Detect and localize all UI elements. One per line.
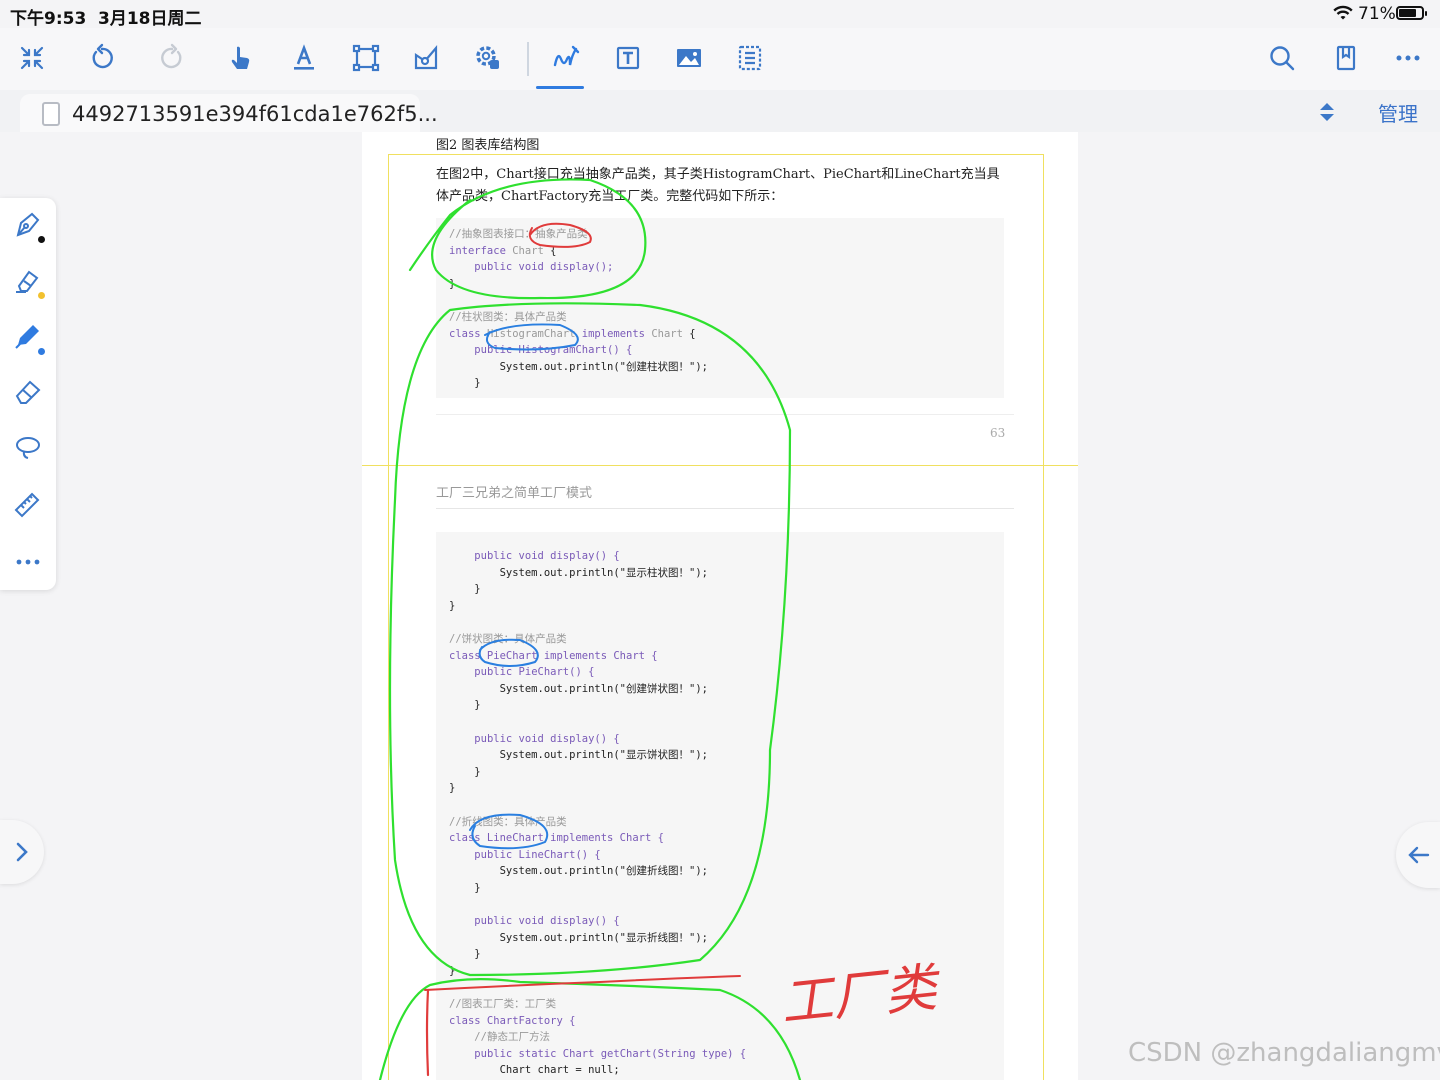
toolbar-separator xyxy=(527,42,529,76)
code-keyword: interface xyxy=(449,244,506,257)
code-line: System.out.println("显示柱状图！"); xyxy=(499,566,708,579)
watermark: CSDN @zhangdaliangmvp xyxy=(1128,1038,1440,1068)
document-tab-bar: 4492713591e394f61cda1e762f5... 管理 xyxy=(0,90,1440,132)
code-type: Chart xyxy=(512,244,544,257)
code-line: public static Chart getChart(String type… xyxy=(474,1047,747,1060)
document-title: 4492713591e394f61cda1e762f5... xyxy=(72,102,438,126)
shape-tool-icon[interactable] xyxy=(408,40,444,76)
select-rectangle-icon[interactable] xyxy=(348,40,384,76)
drawing-tools-sidebar xyxy=(0,198,56,590)
body-paragraph: 在图2中，Chart接口充当抽象产品类，其子类HistogramChart、Pi… xyxy=(436,167,1000,204)
code-brace: } xyxy=(449,277,456,290)
document-file-icon xyxy=(42,102,60,126)
undo-icon[interactable] xyxy=(84,40,120,76)
marker-color-dot xyxy=(38,348,45,355)
manage-button[interactable]: 管理 xyxy=(1378,98,1418,127)
page-break xyxy=(362,465,1078,466)
code-line: class LineChart implements Chart { xyxy=(449,832,664,845)
status-bar: 下午9:53 3月18日周二 71% xyxy=(0,0,1440,29)
bookmark-icon[interactable] xyxy=(1328,40,1364,76)
code-line: System.out.println("显示折线图！"); xyxy=(499,931,708,944)
code-line: System.out.println("显示饼状图！"); xyxy=(499,749,708,762)
code-block-2: public void display() { System.out.print… xyxy=(436,532,1004,1080)
image-icon[interactable] xyxy=(671,40,707,76)
code-brace: { xyxy=(550,244,557,257)
code-line: public void display(); xyxy=(474,261,614,274)
code-line: public LineChart() { xyxy=(474,848,601,861)
wifi-icon xyxy=(1332,4,1354,27)
list-icon[interactable] xyxy=(732,40,768,76)
document-tab[interactable]: 4492713591e394f61cda1e762f5... xyxy=(20,94,438,132)
code-comment: //柱状图类：具体产品类 xyxy=(449,310,567,323)
document-page: 图2 图表库结构图 在图2中，Chart接口充当抽象产品类，其子类Histogr… xyxy=(362,132,1078,1080)
hand-pointer-icon[interactable] xyxy=(222,40,258,76)
lasso-icon[interactable] xyxy=(10,430,46,466)
code-line: public HistogramChart() { xyxy=(474,344,633,357)
main-toolbar xyxy=(0,28,1440,90)
code-comment: //折线图类：具体产品类 xyxy=(449,815,567,828)
code-line: public void display() { xyxy=(474,550,620,562)
highlighter-color-dot xyxy=(38,292,45,299)
code-comment: //静态工厂方法 xyxy=(474,1031,550,1044)
code-brace: } xyxy=(474,377,481,390)
expand-left-panel-button[interactable] xyxy=(0,820,44,884)
collapse-icon[interactable] xyxy=(14,40,50,76)
battery-percent: 71% xyxy=(1358,4,1396,24)
search-icon[interactable] xyxy=(1264,40,1300,76)
code-line: public void display() { xyxy=(474,732,620,745)
arrow-left-icon xyxy=(1408,846,1430,864)
page-back-button[interactable] xyxy=(1396,822,1440,888)
code-type: Chart xyxy=(651,327,683,340)
code-keyword: implements xyxy=(581,327,645,340)
code-class-name: HistogramChart xyxy=(486,327,576,340)
page-footer-rule xyxy=(436,414,1014,415)
code-line: public PieChart() { xyxy=(474,666,595,679)
code-comment: //抽象图表接口：抽象产品类 xyxy=(449,228,588,240)
status-time: 下午9:53 xyxy=(10,9,87,29)
code-block-1: //抽象图表接口：抽象产品类 interface Chart { public … xyxy=(436,218,1004,398)
redo-icon[interactable] xyxy=(154,40,190,76)
code-comment: //图表工厂类：工厂类 xyxy=(449,998,557,1011)
text-box-icon[interactable] xyxy=(610,40,646,76)
ruler-icon[interactable] xyxy=(10,486,46,522)
code-comment: //饼状图类：具体产品类 xyxy=(449,632,567,645)
code-line: System.out.println("创建饼状图！"); xyxy=(499,682,708,695)
more-icon[interactable] xyxy=(1390,40,1426,76)
code-line: class ChartFactory { xyxy=(449,1014,576,1027)
code-line: System.out.println("创建柱状图！"); xyxy=(499,360,708,373)
status-date: 3月18日周二 xyxy=(98,9,202,29)
handwriting-pen-icon[interactable] xyxy=(536,40,584,89)
code-line: System.out.println("创建折线图！"); xyxy=(499,865,708,878)
code-line: class PieChart implements Chart { xyxy=(449,649,658,662)
page-number: 63 xyxy=(990,426,1006,440)
text-underline-icon[interactable] xyxy=(286,40,322,76)
more-tools-icon[interactable] xyxy=(10,544,46,580)
running-head-rule xyxy=(436,508,1014,509)
battery-icon xyxy=(1396,6,1427,20)
settings-gear-icon[interactable] xyxy=(470,40,506,76)
eraser-icon[interactable] xyxy=(10,374,46,410)
code-keyword: class xyxy=(449,327,481,340)
sort-icon[interactable] xyxy=(1316,100,1338,124)
code-line: public void display() { xyxy=(474,915,620,928)
chevron-right-icon xyxy=(16,842,28,862)
code-line: Chart chart = null; xyxy=(499,1064,620,1077)
running-head: 工厂三兄弟之简单工厂模式 xyxy=(436,486,593,501)
figure-caption: 图2 图表库结构图 xyxy=(436,138,540,153)
pen-color-dot xyxy=(38,236,45,243)
